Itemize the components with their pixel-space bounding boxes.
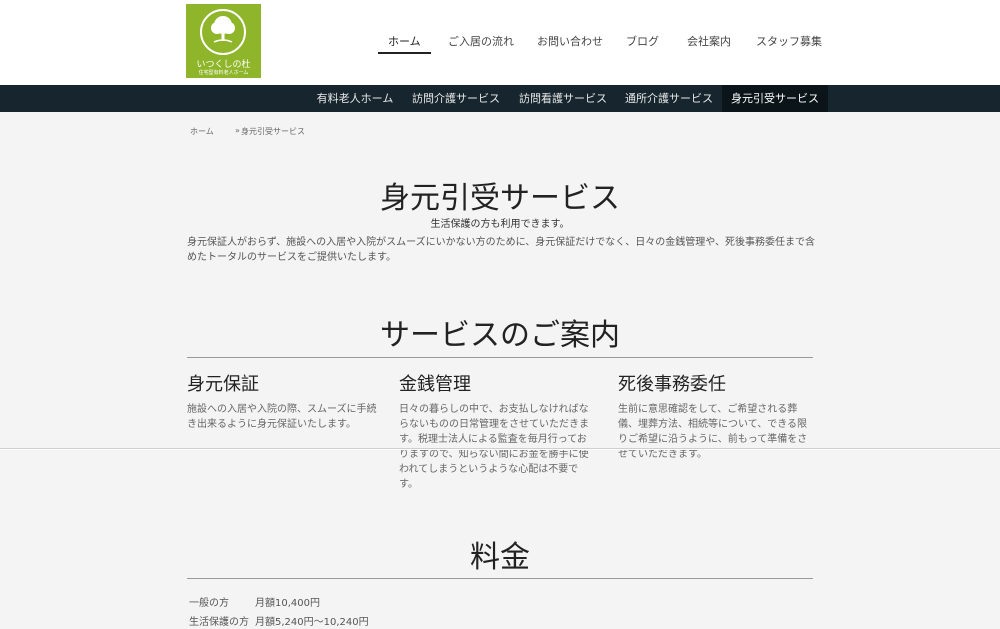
- nav-recruit[interactable]: スタッフ募集: [756, 33, 822, 49]
- nav-active-underline: [378, 52, 431, 54]
- nav-company[interactable]: 会社案内: [687, 33, 731, 49]
- page-intro: 身元保証人がおらず、施設への入居や入院がスムーズにいかない方のために、身元保証だ…: [187, 237, 815, 263]
- page-title: 身元引受サービス: [380, 181, 620, 216]
- service-title: 死後事務委任: [618, 374, 726, 395]
- breadcrumb-current: 身元引受サービス: [241, 127, 305, 136]
- breadcrumb-separator: »: [235, 126, 240, 135]
- page-subtitle: 生活保護の方も利用できます。: [430, 219, 570, 230]
- price-row: 一般の方 月額10,400円: [189, 594, 320, 609]
- site-logo[interactable]: いつくしの杜 住宅型有料老人ホーム: [186, 4, 261, 78]
- tree-icon: [211, 16, 235, 43]
- service-card-money-management: 金銭管理 日々の暮らしの中で、お支払しなければならないものの日常管理をさせていた…: [399, 370, 595, 492]
- nav-contact[interactable]: お問い合わせ: [537, 33, 603, 49]
- service-card-guarantor: 身元保証 施設への入居や入院の際、スムーズに手続き出来るように身元保証いたします…: [187, 370, 383, 432]
- price-label: 一般の方: [189, 598, 229, 609]
- service-title: 身元保証: [187, 374, 259, 395]
- subnav-guarantor-service[interactable]: 身元引受サービス: [722, 85, 828, 112]
- price-row: 生活保護の方 月額5,240円～10,240円: [189, 613, 369, 628]
- site-header: いつくしの杜 住宅型有料老人ホーム ホーム ご入居の流れ お問い合わせ ブログ …: [0, 0, 1000, 85]
- price-value: 月額10,400円: [255, 598, 320, 609]
- subnav-home-care[interactable]: 訪問介護サービス: [408, 85, 504, 112]
- price-divider: [187, 578, 813, 579]
- breadcrumb-home[interactable]: ホーム: [190, 126, 214, 137]
- service-text: 生前に意思確認をして、ご希望される葬儀、埋葬方法、相続等について、できる限りご希…: [618, 404, 808, 460]
- subnav-nursing-home[interactable]: 有料老人ホーム: [313, 85, 397, 112]
- services-divider: [187, 357, 813, 358]
- price-value: 月額5,240円～10,240円: [255, 617, 369, 628]
- price-section-title: 料金: [470, 540, 530, 575]
- nav-home[interactable]: ホーム: [388, 33, 421, 49]
- logo-subtitle: 住宅型有料老人ホーム: [198, 70, 249, 76]
- nav-move-in-flow[interactable]: ご入居の流れ: [448, 33, 514, 49]
- subnav-home-nursing[interactable]: 訪問看護サービス: [513, 85, 613, 112]
- service-nav: 有料老人ホーム 訪問介護サービス 訪問看護サービス 通所介護サービス 身元引受サ…: [0, 85, 1000, 112]
- service-title: 金銭管理: [399, 374, 471, 395]
- service-text: 日々の暮らしの中で、お支払しなければならないものの日常管理をさせていただきます。…: [399, 404, 589, 490]
- price-label: 生活保護の方: [189, 617, 249, 628]
- render-seam: [0, 448, 1000, 450]
- services-section-title: サービスのご案内: [380, 318, 620, 353]
- subnav-day-care[interactable]: 通所介護サービス: [620, 85, 718, 112]
- service-text: 施設への入居や入院の際、スムーズに手続き出来るように身元保証いたします。: [187, 404, 377, 430]
- nav-blog[interactable]: ブログ: [626, 33, 659, 49]
